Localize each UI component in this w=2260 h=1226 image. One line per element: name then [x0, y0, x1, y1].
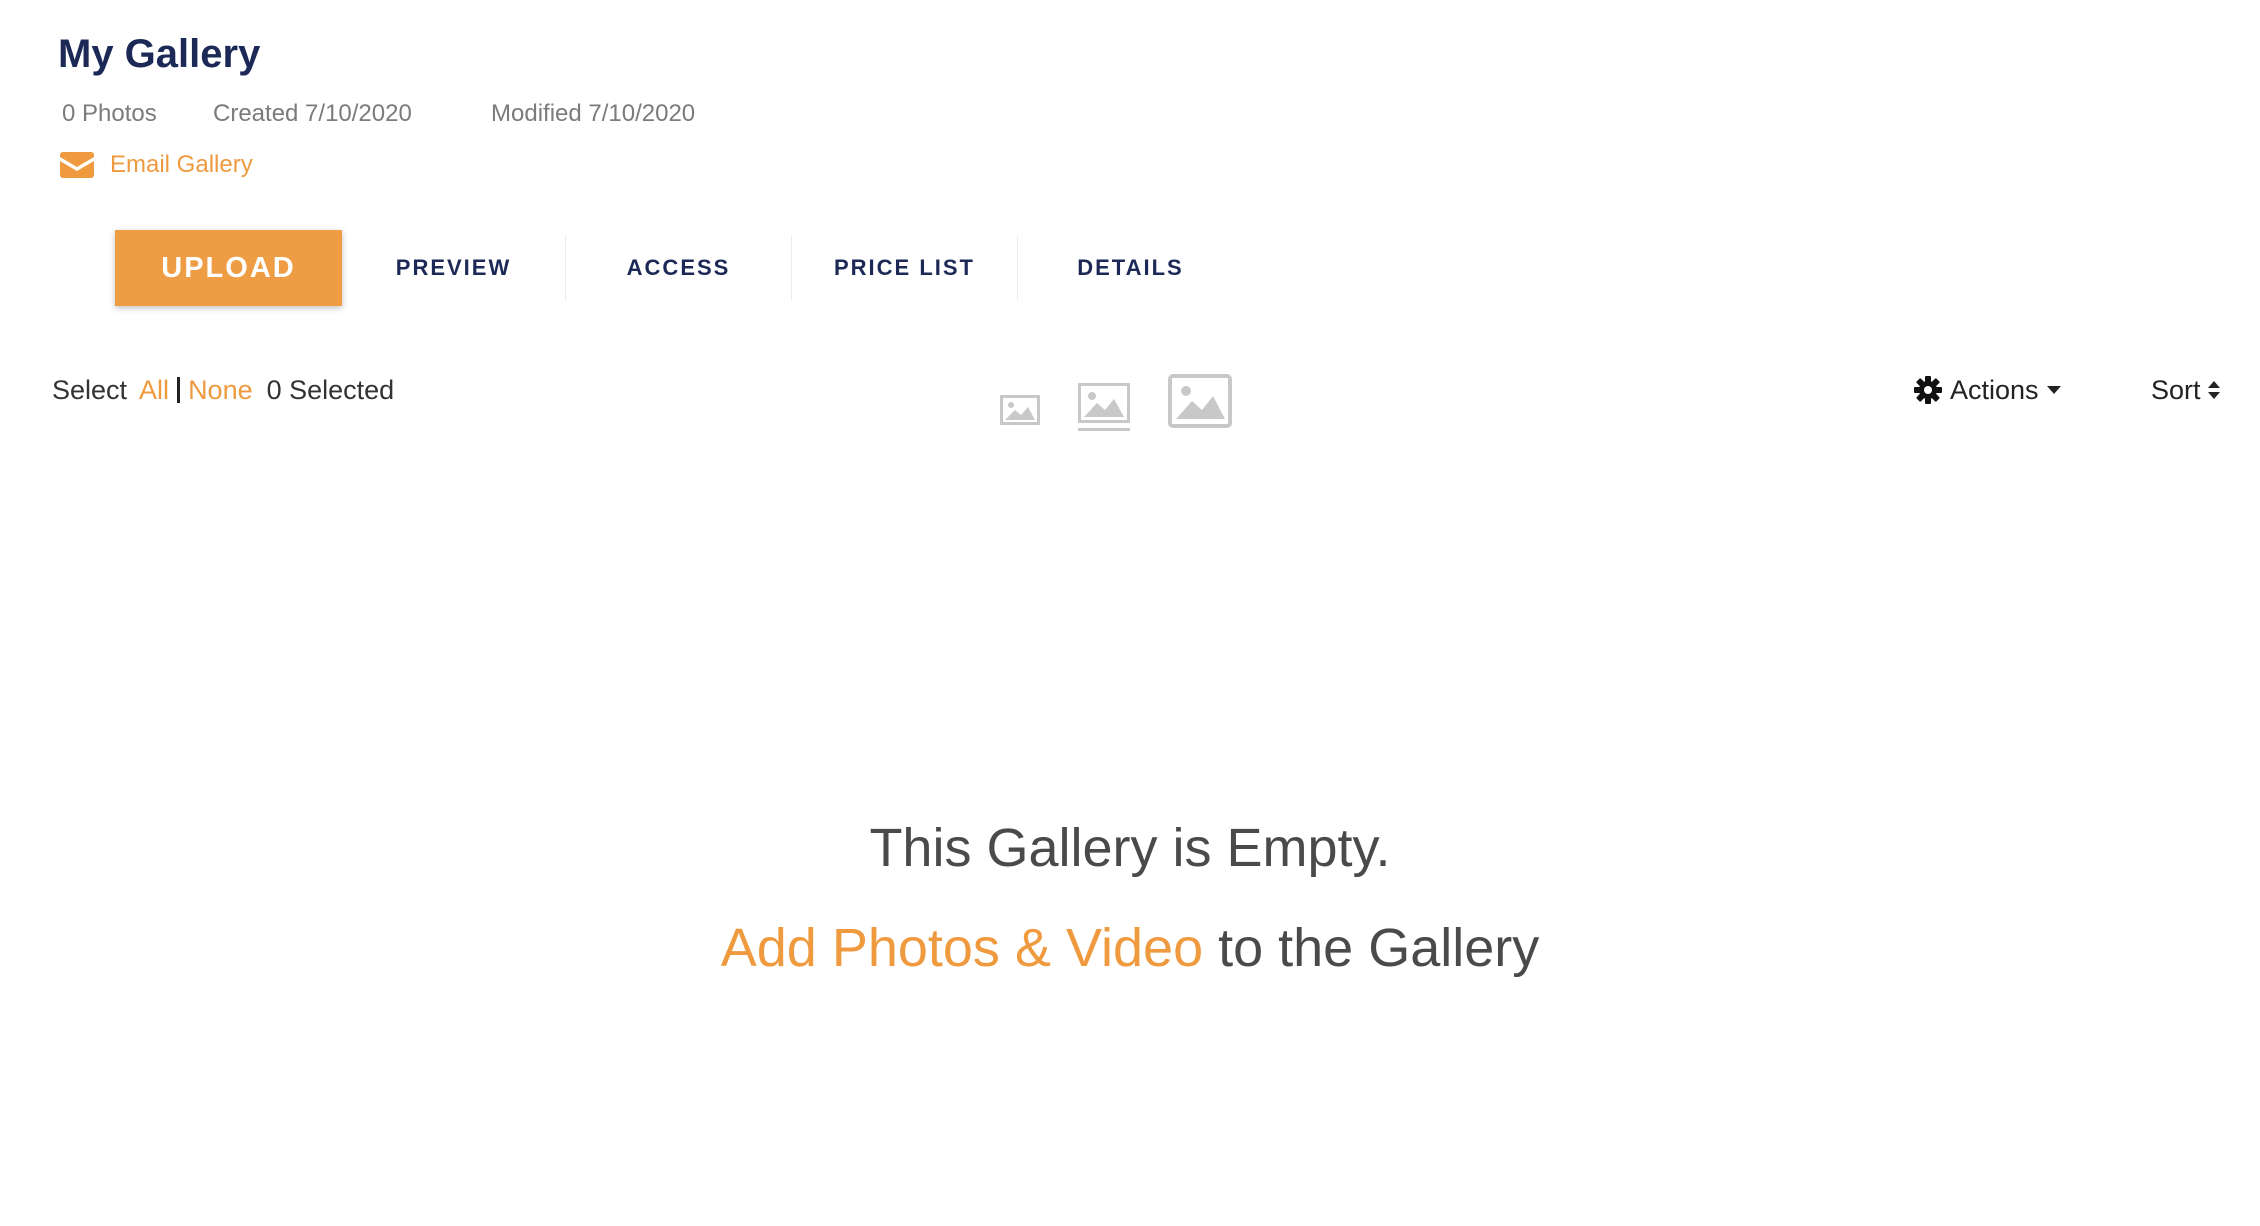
add-photos-video-link[interactable]: Add Photos & Video [721, 918, 1203, 978]
page-title: My Gallery [58, 32, 261, 76]
empty-state-subtitle: Add Photos & Video to the Gallery [0, 914, 2260, 982]
tab-access[interactable]: ACCESS [566, 230, 791, 306]
gear-icon [1914, 376, 1942, 404]
sort-arrows-icon [2207, 380, 2221, 400]
sort-dropdown[interactable]: Sort [2151, 372, 2221, 408]
empty-state-suffix: to the Gallery [1203, 918, 1540, 978]
tab-preview[interactable]: PREVIEW [341, 230, 566, 306]
tab-price-list[interactable]: PRICE LIST [792, 230, 1017, 306]
select-all-link[interactable]: All [139, 372, 169, 408]
small-thumbnail-view-icon[interactable] [1000, 395, 1040, 430]
email-gallery-label: Email Gallery [110, 151, 253, 178]
select-label: Select [52, 375, 128, 405]
modified-date: Modified 7/10/2020 [491, 100, 696, 127]
gallery-page: My Gallery 0 Photos Created 7/10/2020 Mo… [0, 0, 2260, 1226]
actions-dropdown[interactable]: Actions [1914, 372, 2061, 408]
created-date: Created 7/10/2020 [213, 100, 412, 127]
empty-state-title: This Gallery is Empty. [869, 818, 1391, 878]
selected-count: 0 Selected [266, 375, 395, 405]
email-gallery-link[interactable]: Email Gallery [60, 148, 253, 182]
select-divider [177, 377, 181, 403]
sort-label: Sort [2151, 375, 2201, 405]
actions-label: Actions [1950, 375, 2039, 405]
medium-thumbnail-view-icon[interactable] [1078, 383, 1130, 438]
select-none-link[interactable]: None [188, 372, 253, 408]
photos-count: 0 Photos [62, 100, 157, 127]
tab-details[interactable]: DETAILS [1018, 230, 1243, 306]
caret-down-icon [2046, 386, 2061, 394]
upload-button[interactable]: UPLOAD [115, 230, 342, 306]
selection-bar: Select All None 0 Selected [52, 372, 394, 408]
envelope-icon [60, 152, 94, 178]
large-thumbnail-view-icon[interactable] [1168, 374, 1232, 433]
